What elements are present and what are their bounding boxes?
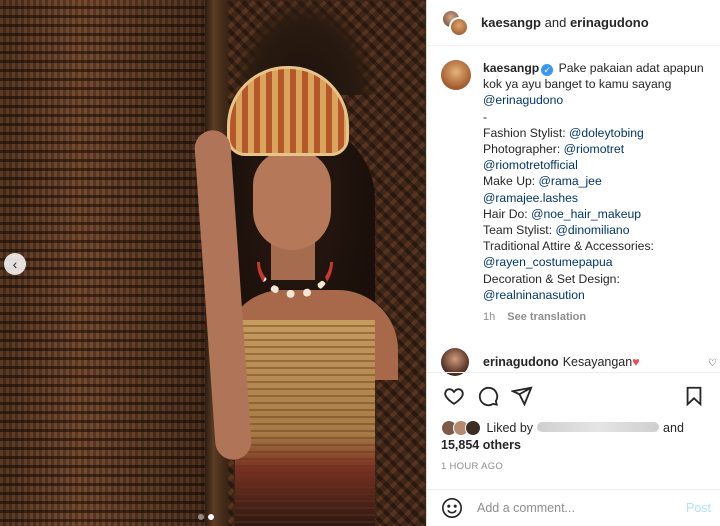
face xyxy=(253,150,331,250)
caption-separator: - xyxy=(483,109,488,124)
header-usernames: kaesangp and erinagudono xyxy=(481,15,649,30)
carousel-dot xyxy=(198,514,204,520)
likes-prefix: Liked by xyxy=(486,421,534,435)
woman-in-traditional-attire xyxy=(193,0,415,526)
credit-label: Hair Do: xyxy=(483,206,532,221)
instagram-post: ‹ kaesangp and erinagudono kaesangp ✓ Pa… xyxy=(0,0,720,526)
mention-link[interactable]: @ramajee.lashes xyxy=(483,191,578,205)
credits-list: Fashion Stylist: @doleytobing Photographe… xyxy=(483,125,711,303)
mention-link[interactable]: @noe_hair_makeup xyxy=(531,207,641,221)
credit-label: Decoration & Set Design: xyxy=(483,271,620,286)
post-header: kaesangp and erinagudono xyxy=(427,0,720,46)
comment-icon[interactable] xyxy=(471,379,505,413)
share-icon[interactable] xyxy=(505,379,539,413)
post-comment-button[interactable]: Post xyxy=(686,501,711,515)
bookmark-icon[interactable] xyxy=(677,379,711,413)
mention-link[interactable]: @rayen_costumepapua xyxy=(483,255,613,269)
credit-label: Fashion Stylist: xyxy=(483,125,570,140)
header-user-link[interactable]: kaesangp xyxy=(481,15,541,30)
mention-link[interactable]: @erinagudono xyxy=(483,93,563,107)
credit-line: Make Up: @rama_jee @ramajee.lashes xyxy=(483,173,711,205)
caption-username[interactable]: kaesangp xyxy=(483,61,539,75)
mention-link[interactable]: @dinomiliano xyxy=(555,223,629,237)
caption-age: 1h xyxy=(483,311,496,324)
liker-avatars xyxy=(441,420,481,436)
avatar xyxy=(449,16,469,37)
credit-line: Photographer: @riomotret @riomotretoffici… xyxy=(483,141,711,173)
post-sidebar: kaesangp and erinagudono kaesangp ✓ Pake … xyxy=(426,0,720,526)
caption-meta: 1h See translation xyxy=(483,309,711,325)
mention-link[interactable]: @realninanasution xyxy=(483,288,585,302)
comment-input[interactable] xyxy=(477,501,686,515)
credit-line: Team Stylist: @dinomiliano xyxy=(483,222,711,238)
mention-link[interactable]: @doleytobing xyxy=(569,126,644,140)
credit-line: Fashion Stylist: @doleytobing xyxy=(483,125,711,141)
carousel-dot-active xyxy=(208,514,214,520)
emoji-icon[interactable] xyxy=(441,497,463,519)
see-translation-link[interactable]: See translation xyxy=(507,311,586,323)
mention-link[interactable]: @rama_jee xyxy=(539,174,602,188)
redacted-username xyxy=(537,422,660,432)
comment-like-icon[interactable]: ♡ xyxy=(708,358,717,369)
credit-line: Hair Do: @noe_hair_makeup xyxy=(483,206,711,222)
heart-emoji-icon: ♥ xyxy=(632,355,640,369)
header-user-link[interactable]: erinagudono xyxy=(570,15,649,30)
credit-line: Traditional Attire & Accessories: @rayen… xyxy=(483,238,711,270)
post-caption: kaesangp ✓ Pake pakaian adat apapun kok y… xyxy=(441,60,713,350)
woven-tapestry-left xyxy=(0,0,205,526)
header-connector: and xyxy=(544,15,567,30)
mention-link[interactable]: @riomotretofficial xyxy=(483,158,578,172)
chevron-left-icon: ‹ xyxy=(12,256,18,272)
likes-summary[interactable]: Liked by and 15,854 others xyxy=(441,420,711,454)
credit-label: Traditional Attire & Accessories: xyxy=(483,239,654,254)
caption-body: kaesangp ✓ Pake pakaian adat apapun kok y… xyxy=(483,60,711,325)
verified-badge-icon: ✓ xyxy=(541,64,554,76)
credit-line: Decoration & Set Design: @realninanasuti… xyxy=(483,271,711,303)
post-timestamp[interactable]: 1 HOUR AGO xyxy=(441,461,503,472)
collab-avatars[interactable] xyxy=(441,8,469,37)
comment-text: Kesayangan xyxy=(562,355,633,369)
caption-avatar[interactable] xyxy=(441,60,471,90)
carousel-indicator xyxy=(198,514,214,520)
action-bar xyxy=(427,372,720,418)
add-comment-bar: Post xyxy=(427,489,720,526)
comment-username[interactable]: erinagudono xyxy=(483,355,559,369)
carousel-prev-button[interactable]: ‹ xyxy=(4,253,26,275)
likes-count[interactable]: 15,854 others xyxy=(441,438,521,452)
fringe-dress xyxy=(235,320,375,526)
mention-link[interactable]: @riomotret xyxy=(564,142,624,156)
heart-icon[interactable] xyxy=(437,379,471,413)
post-photo[interactable]: ‹ xyxy=(0,0,426,526)
credit-label: Team Stylist: xyxy=(483,223,556,238)
likes-connector: and xyxy=(663,421,684,435)
credit-label: Make Up: xyxy=(483,174,539,189)
credit-label: Photographer: xyxy=(483,142,564,157)
